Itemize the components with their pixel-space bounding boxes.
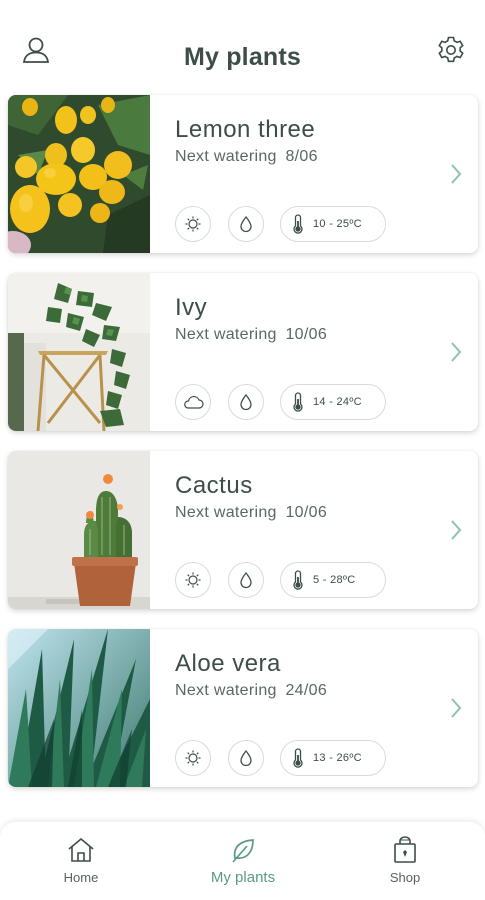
temperature-range: 13 - 26ºC <box>313 752 362 764</box>
nav-item-shop[interactable]: Shop <box>345 836 465 885</box>
shopping-bag-icon <box>394 836 416 863</box>
plant-card-lemon[interactable]: Lemon three Next watering 8/06 10 - 25ºC <box>8 95 478 253</box>
plant-card-ivy[interactable]: Ivy Next watering 10/06 14 - 24ºC <box>8 273 478 431</box>
light-chip <box>175 206 211 242</box>
next-watering: Next watering 8/06 <box>175 148 318 166</box>
next-watering-date: 10/06 <box>285 504 328 521</box>
water-chip <box>228 740 264 776</box>
plant-name: Aloe vera <box>175 650 281 677</box>
gear-icon <box>438 36 464 63</box>
water-chip <box>228 384 264 420</box>
thermometer-icon <box>293 570 303 590</box>
thermometer-icon <box>293 392 303 412</box>
next-watering-label: Next watering <box>175 682 277 699</box>
chevron-right-icon[interactable] <box>448 696 464 720</box>
page-title: My plants <box>183 43 302 71</box>
light-chip <box>175 562 211 598</box>
water-drop-icon <box>240 393 252 411</box>
settings-button[interactable] <box>435 34 467 66</box>
next-watering: Next watering 10/06 <box>175 504 327 522</box>
nav-label-my-plants: My plants <box>210 869 276 886</box>
light-chip <box>175 384 211 420</box>
home-icon <box>68 837 94 862</box>
next-watering-date: 10/06 <box>285 326 328 343</box>
next-watering-label: Next watering <box>175 326 277 343</box>
plant-card-cactus[interactable]: Cactus Next watering 10/06 5 - 28ºC <box>8 451 478 609</box>
temperature-range: 10 - 25ºC <box>313 218 362 230</box>
water-drop-icon <box>240 571 252 589</box>
next-watering-label: Next watering <box>175 148 277 165</box>
nav-item-my-plants[interactable]: My plants <box>183 836 303 886</box>
temperature-range: 5 - 28ºC <box>313 574 356 586</box>
next-watering: Next watering 10/06 <box>175 326 327 344</box>
chevron-right-icon[interactable] <box>448 340 464 364</box>
plant-photo <box>8 273 150 431</box>
temperature-chip: 10 - 25ºC <box>280 206 386 242</box>
leaf-icon <box>232 839 254 863</box>
water-drop-icon <box>240 215 252 233</box>
next-watering-date: 24/06 <box>285 682 328 699</box>
sun-icon <box>185 750 201 766</box>
next-watering-date: 8/06 <box>285 148 318 165</box>
plant-name: Cactus <box>175 472 253 499</box>
thermometer-icon <box>293 214 303 234</box>
plant-card-aloe-vera[interactable]: Aloe vera Next watering 24/06 13 - 26ºC <box>8 629 478 787</box>
temperature-chip: 13 - 26ºC <box>280 740 386 776</box>
chevron-right-icon[interactable] <box>448 162 464 186</box>
temperature-chip: 14 - 24ºC <box>280 384 386 420</box>
cloud-icon <box>184 395 204 409</box>
sun-icon <box>185 572 201 588</box>
plant-name: Ivy <box>175 294 208 321</box>
next-watering: Next watering 24/06 <box>175 682 327 700</box>
plant-photo <box>8 451 150 609</box>
next-watering-label: Next watering <box>175 504 277 521</box>
app-header: My plants <box>0 0 485 92</box>
sun-icon <box>185 216 201 232</box>
light-chip <box>175 740 211 776</box>
temperature-chip: 5 - 28ºC <box>280 562 386 598</box>
chevron-right-icon[interactable] <box>448 518 464 542</box>
temperature-range: 14 - 24ºC <box>313 396 362 408</box>
nav-item-home[interactable]: Home <box>21 836 141 885</box>
water-chip <box>228 206 264 242</box>
nav-label-home: Home <box>63 870 99 885</box>
nav-label-shop: Shop <box>389 870 421 885</box>
plant-name: Lemon three <box>175 116 316 143</box>
thermometer-icon <box>293 748 303 768</box>
water-chip <box>228 562 264 598</box>
plant-photo <box>8 629 150 787</box>
water-drop-icon <box>240 749 252 767</box>
plant-photo <box>8 95 150 253</box>
bottom-navigation: Home My plants Shop <box>0 822 485 900</box>
